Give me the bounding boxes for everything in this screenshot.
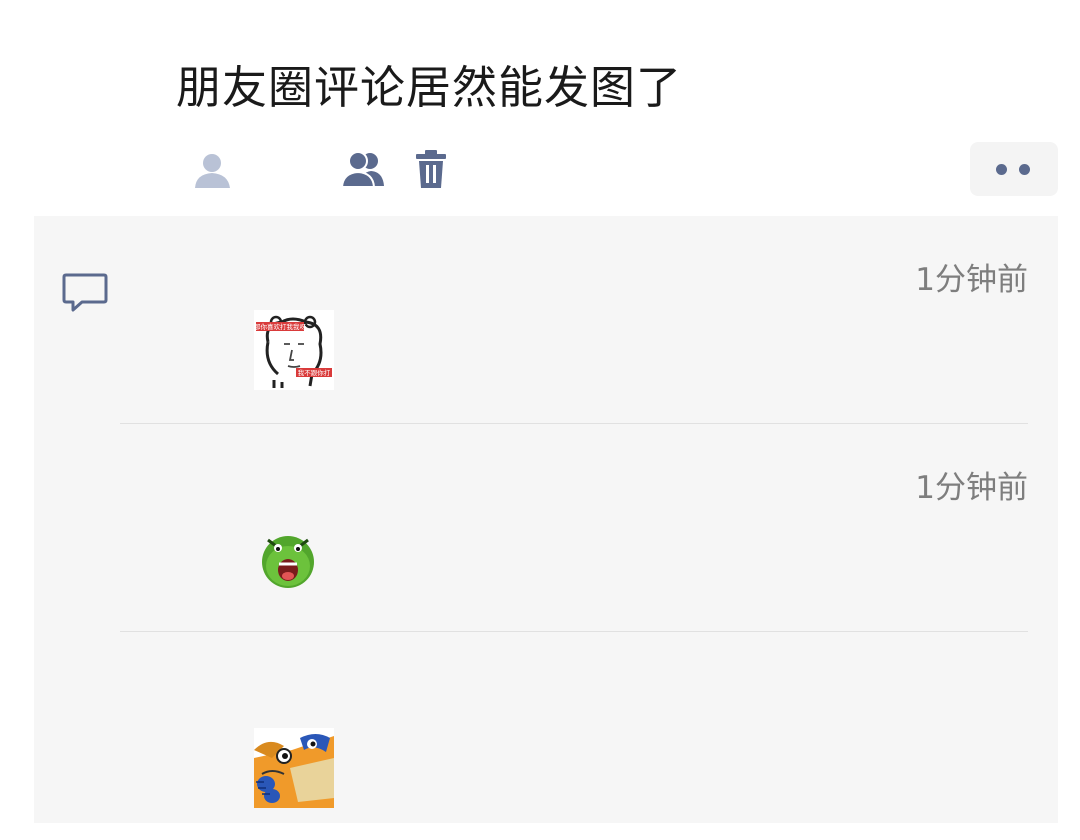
comment-item	[34, 632, 1058, 840]
sticker-top-text: 那你喜欢打我我呀	[254, 322, 307, 331]
post-text: 朋友圈评论居然能发图了	[176, 61, 683, 114]
green-dinosaur-sticker[interactable]	[254, 518, 334, 598]
more-dots-icon	[996, 164, 1007, 175]
comment-time: 1分钟前	[915, 262, 1028, 298]
trash-icon[interactable]	[414, 150, 448, 190]
sticker-bottom-text: 我不跟你打	[298, 368, 331, 377]
comment-item: 1分钟前 那你喜欢打我我呀 我不跟你打	[34, 216, 1058, 424]
bear-meme-sticker[interactable]: 那你喜欢打我我呀 我不跟你打	[254, 310, 334, 390]
comment-area: 1分钟前 那你喜欢打我我呀 我不跟你打 1分钟前	[34, 216, 1058, 823]
comment-time: 1分钟前	[915, 470, 1028, 506]
comment-item: 1分钟前	[34, 424, 1058, 632]
single-user-icon[interactable]	[192, 150, 234, 190]
more-dots-icon	[1019, 164, 1030, 175]
group-icon[interactable]	[340, 148, 386, 190]
more-button[interactable]	[970, 142, 1058, 196]
cartoon-fox-sticker[interactable]	[254, 728, 334, 808]
